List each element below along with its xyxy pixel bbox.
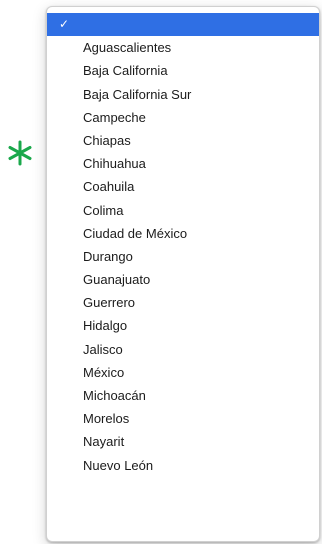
option-label: México: [83, 364, 125, 380]
option-label: Coahuila: [83, 179, 135, 195]
option-empty[interactable]: ✓: [47, 13, 319, 37]
option-label: Aguascalientes: [83, 40, 172, 56]
dropdown-option[interactable]: Chiapas: [47, 129, 319, 152]
asterisk-icon: [8, 140, 32, 166]
state-dropdown-menu[interactable]: ✓ Aguascalientes Baja California Baja Calif…: [46, 6, 320, 542]
dropdown-option[interactable]: Morelos: [47, 407, 319, 430]
checkmark-icon: ✓: [59, 17, 70, 31]
dropdown-option[interactable]: Durango: [47, 245, 319, 268]
option-label: Baja California: [83, 63, 168, 79]
dropdown-option[interactable]: Guanajuato: [47, 268, 319, 291]
option-label: Durango: [83, 248, 133, 264]
dropdown-option[interactable]: Coahuila: [47, 175, 319, 198]
option-label: Guerrero: [83, 295, 136, 311]
option-label: Colima: [83, 202, 124, 218]
dropdown-option[interactable]: Colima: [47, 199, 319, 222]
option-label: Nayarit: [83, 434, 125, 450]
dropdown-option[interactable]: Baja California: [47, 59, 319, 82]
option-label: Michoacán: [83, 388, 146, 403]
dropdown-option[interactable]: Hidalgo: [47, 314, 319, 337]
dropdown-option[interactable]: Ciudad de México: [47, 222, 319, 245]
option-label: Chihuahua: [83, 156, 146, 172]
dropdown-option[interactable]: Aguascalientes: [47, 36, 319, 59]
dropdown-option[interactable]: Guerrero: [47, 291, 319, 314]
dropdown-option[interactable]: Nayarit: [47, 430, 319, 453]
option-label: Morelos: [83, 411, 130, 427]
dropdown-option[interactable]: Baja California Sur: [47, 83, 319, 106]
dropdown-option[interactable]: Chihuahua: [47, 152, 319, 175]
option-label: Chiapas: [83, 132, 131, 148]
dropdown-option[interactable]: Jalisco: [47, 338, 319, 361]
option-label: Campeche: [83, 109, 146, 125]
option-label: Jalisco: [83, 341, 123, 357]
option-label: Nuevo León: [83, 457, 154, 473]
dropdown-option[interactable]: Michoacán: [47, 384, 319, 407]
dropdown-option[interactable]: México: [47, 361, 319, 384]
option-label: Guanajuato: [83, 272, 151, 288]
option-label: Ciudad de México: [83, 225, 188, 241]
option-label: Baja California Sur: [83, 86, 192, 102]
screen: ✓ Aguascalientes Baja California Baja Calif…: [0, 0, 322, 544]
option-label: Hidalgo: [83, 318, 128, 334]
dropdown-option[interactable]: Campeche: [47, 106, 319, 129]
option-list: ✓ Aguascalientes Baja California Baja Calif…: [47, 13, 319, 477]
dropdown-option[interactable]: Nuevo León: [47, 454, 319, 477]
